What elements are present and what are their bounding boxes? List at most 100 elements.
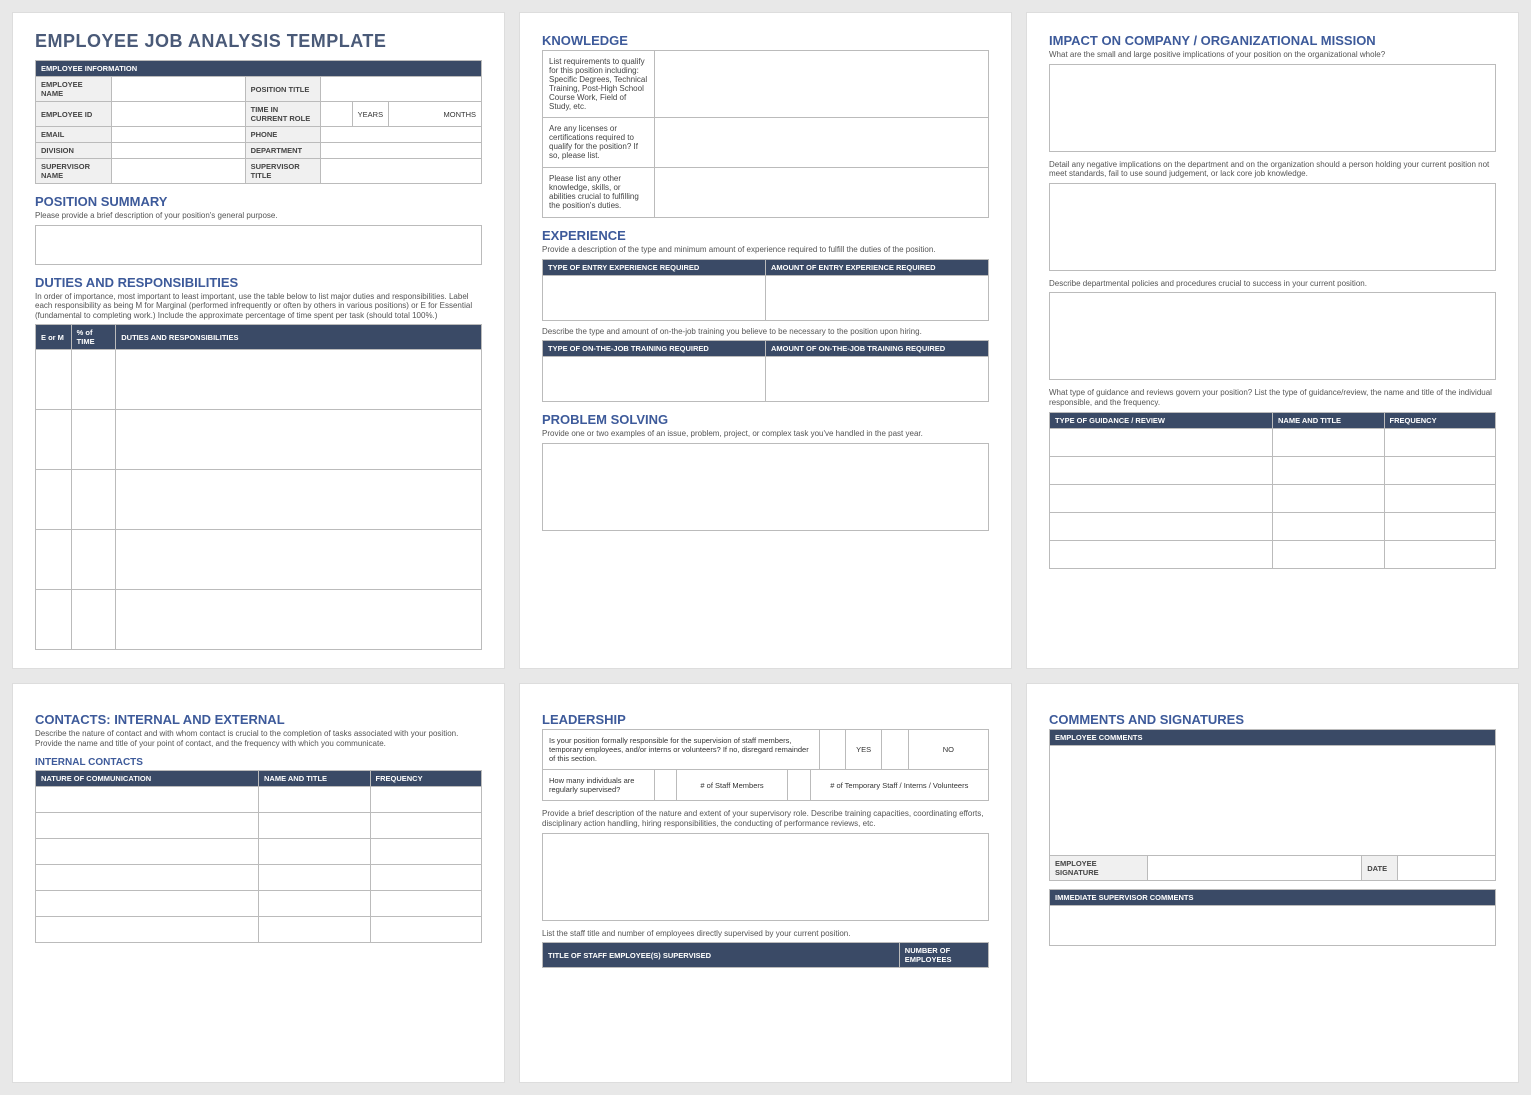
table-cell[interactable] — [1050, 540, 1273, 568]
table-cell[interactable] — [259, 916, 371, 942]
table-cell[interactable] — [36, 530, 72, 590]
emp-sig-input[interactable] — [1148, 856, 1362, 881]
duties-h3: DUTIES AND RESPONSIBILITIES — [116, 325, 482, 350]
impact-box3[interactable] — [1049, 292, 1496, 380]
problem-box[interactable] — [542, 443, 989, 531]
impact-q1: What are the small and large positive im… — [1049, 50, 1496, 60]
table-cell[interactable] — [543, 275, 766, 320]
table-cell[interactable] — [36, 890, 259, 916]
impact-box1[interactable] — [1049, 64, 1496, 152]
table-cell[interactable] — [36, 350, 72, 410]
input-emp-name[interactable] — [111, 77, 245, 102]
input-phone[interactable] — [321, 127, 482, 143]
table-cell[interactable] — [259, 890, 371, 916]
table-cell[interactable] — [1273, 428, 1385, 456]
lh1: TITLE OF STAFF EMPLOYEE(S) SUPERVISED — [543, 943, 900, 968]
table-cell[interactable] — [370, 838, 482, 864]
duties-title: DUTIES AND RESPONSIBILITIES — [35, 275, 482, 290]
knowledge-a3[interactable] — [654, 168, 989, 218]
input-division[interactable] — [111, 143, 245, 159]
leadership-box[interactable] — [542, 833, 989, 921]
table-cell[interactable] — [116, 470, 482, 530]
table-cell[interactable] — [259, 812, 371, 838]
position-summary-box[interactable] — [35, 225, 482, 265]
input-sup-title[interactable] — [321, 159, 482, 184]
table-cell[interactable] — [116, 350, 482, 410]
table-cell[interactable] — [259, 786, 371, 812]
sup-comments-box[interactable] — [1050, 906, 1496, 946]
temp-count[interactable] — [788, 770, 810, 801]
input-years[interactable] — [321, 102, 352, 127]
gh3: FREQUENCY — [1384, 412, 1496, 428]
supervised-table: TITLE OF STAFF EMPLOYEE(S) SUPERVISED NU… — [542, 942, 989, 968]
table-cell[interactable] — [1384, 428, 1496, 456]
table-cell[interactable] — [370, 786, 482, 812]
table-cell[interactable] — [36, 916, 259, 942]
table-cell[interactable] — [766, 275, 989, 320]
table-cell[interactable] — [71, 410, 116, 470]
table-cell[interactable] — [370, 864, 482, 890]
duties-table: E or M % of TIME DUTIES AND RESPONSIBILI… — [35, 324, 482, 650]
table-cell[interactable] — [259, 864, 371, 890]
table-cell[interactable] — [71, 590, 116, 650]
knowledge-a2[interactable] — [654, 118, 989, 168]
yes-check[interactable] — [819, 730, 846, 770]
table-cell[interactable] — [1273, 484, 1385, 512]
leadership-q2-table: How many individuals are regularly super… — [542, 769, 989, 801]
table-cell[interactable] — [71, 350, 116, 410]
table-cell[interactable] — [1384, 484, 1496, 512]
knowledge-a1[interactable] — [654, 51, 989, 118]
no-label: NO — [908, 730, 988, 770]
table-cell[interactable] — [36, 470, 72, 530]
table-cell[interactable] — [116, 530, 482, 590]
table-cell[interactable] — [116, 590, 482, 650]
knowledge-table: List requirements to qualify for this po… — [542, 50, 989, 218]
lh2: NUMBER OF EMPLOYEES — [899, 943, 988, 968]
emp-comments-box[interactable] — [1050, 746, 1496, 856]
input-pos-title[interactable] — [321, 77, 482, 102]
table-cell[interactable] — [36, 838, 259, 864]
table-cell[interactable] — [1273, 540, 1385, 568]
table-cell[interactable] — [370, 890, 482, 916]
no-check[interactable] — [881, 730, 908, 770]
table-cell[interactable] — [116, 410, 482, 470]
impact-q4: What type of guidance and reviews govern… — [1049, 388, 1496, 407]
table-cell[interactable] — [1273, 456, 1385, 484]
input-email[interactable] — [111, 127, 245, 143]
table-cell[interactable] — [1050, 456, 1273, 484]
impact-q3: Describe departmental policies and proce… — [1049, 279, 1496, 289]
input-supervisor[interactable] — [111, 159, 245, 184]
impact-box2[interactable] — [1049, 183, 1496, 271]
position-summary-desc: Please provide a brief description of yo… — [35, 211, 482, 221]
table-cell[interactable] — [36, 864, 259, 890]
table-cell[interactable] — [370, 916, 482, 942]
page-5: LEADERSHIP Is your position formally res… — [519, 683, 1012, 1083]
table-cell[interactable] — [1050, 484, 1273, 512]
table-cell[interactable] — [1384, 512, 1496, 540]
table-cell[interactable] — [1050, 512, 1273, 540]
table-cell[interactable] — [71, 470, 116, 530]
table-cell[interactable] — [36, 812, 259, 838]
staff-count[interactable] — [654, 770, 676, 801]
table-cell[interactable] — [1273, 512, 1385, 540]
table-cell[interactable] — [259, 838, 371, 864]
table-cell[interactable] — [766, 357, 989, 402]
leadership-title: LEADERSHIP — [542, 712, 989, 727]
table-cell[interactable] — [1384, 456, 1496, 484]
date-input[interactable] — [1397, 856, 1495, 881]
table-cell[interactable] — [1050, 428, 1273, 456]
gh1: TYPE OF GUIDANCE / REVIEW — [1050, 412, 1273, 428]
table-cell[interactable] — [36, 410, 72, 470]
emp-comments-table: EMPLOYEE COMMENTS EMPLOYEE SIGNATURE DAT… — [1049, 729, 1496, 881]
input-department[interactable] — [321, 143, 482, 159]
input-emp-id[interactable] — [111, 102, 245, 127]
table-cell[interactable] — [370, 812, 482, 838]
table-cell[interactable] — [36, 786, 259, 812]
table-cell[interactable] — [1384, 540, 1496, 568]
problem-title: PROBLEM SOLVING — [542, 412, 989, 427]
table-cell[interactable] — [36, 590, 72, 650]
label-time-role: TIME IN CURRENT ROLE — [245, 102, 321, 127]
table-cell[interactable] — [543, 357, 766, 402]
impact-q2: Detail any negative implications on the … — [1049, 160, 1496, 179]
table-cell[interactable] — [71, 530, 116, 590]
